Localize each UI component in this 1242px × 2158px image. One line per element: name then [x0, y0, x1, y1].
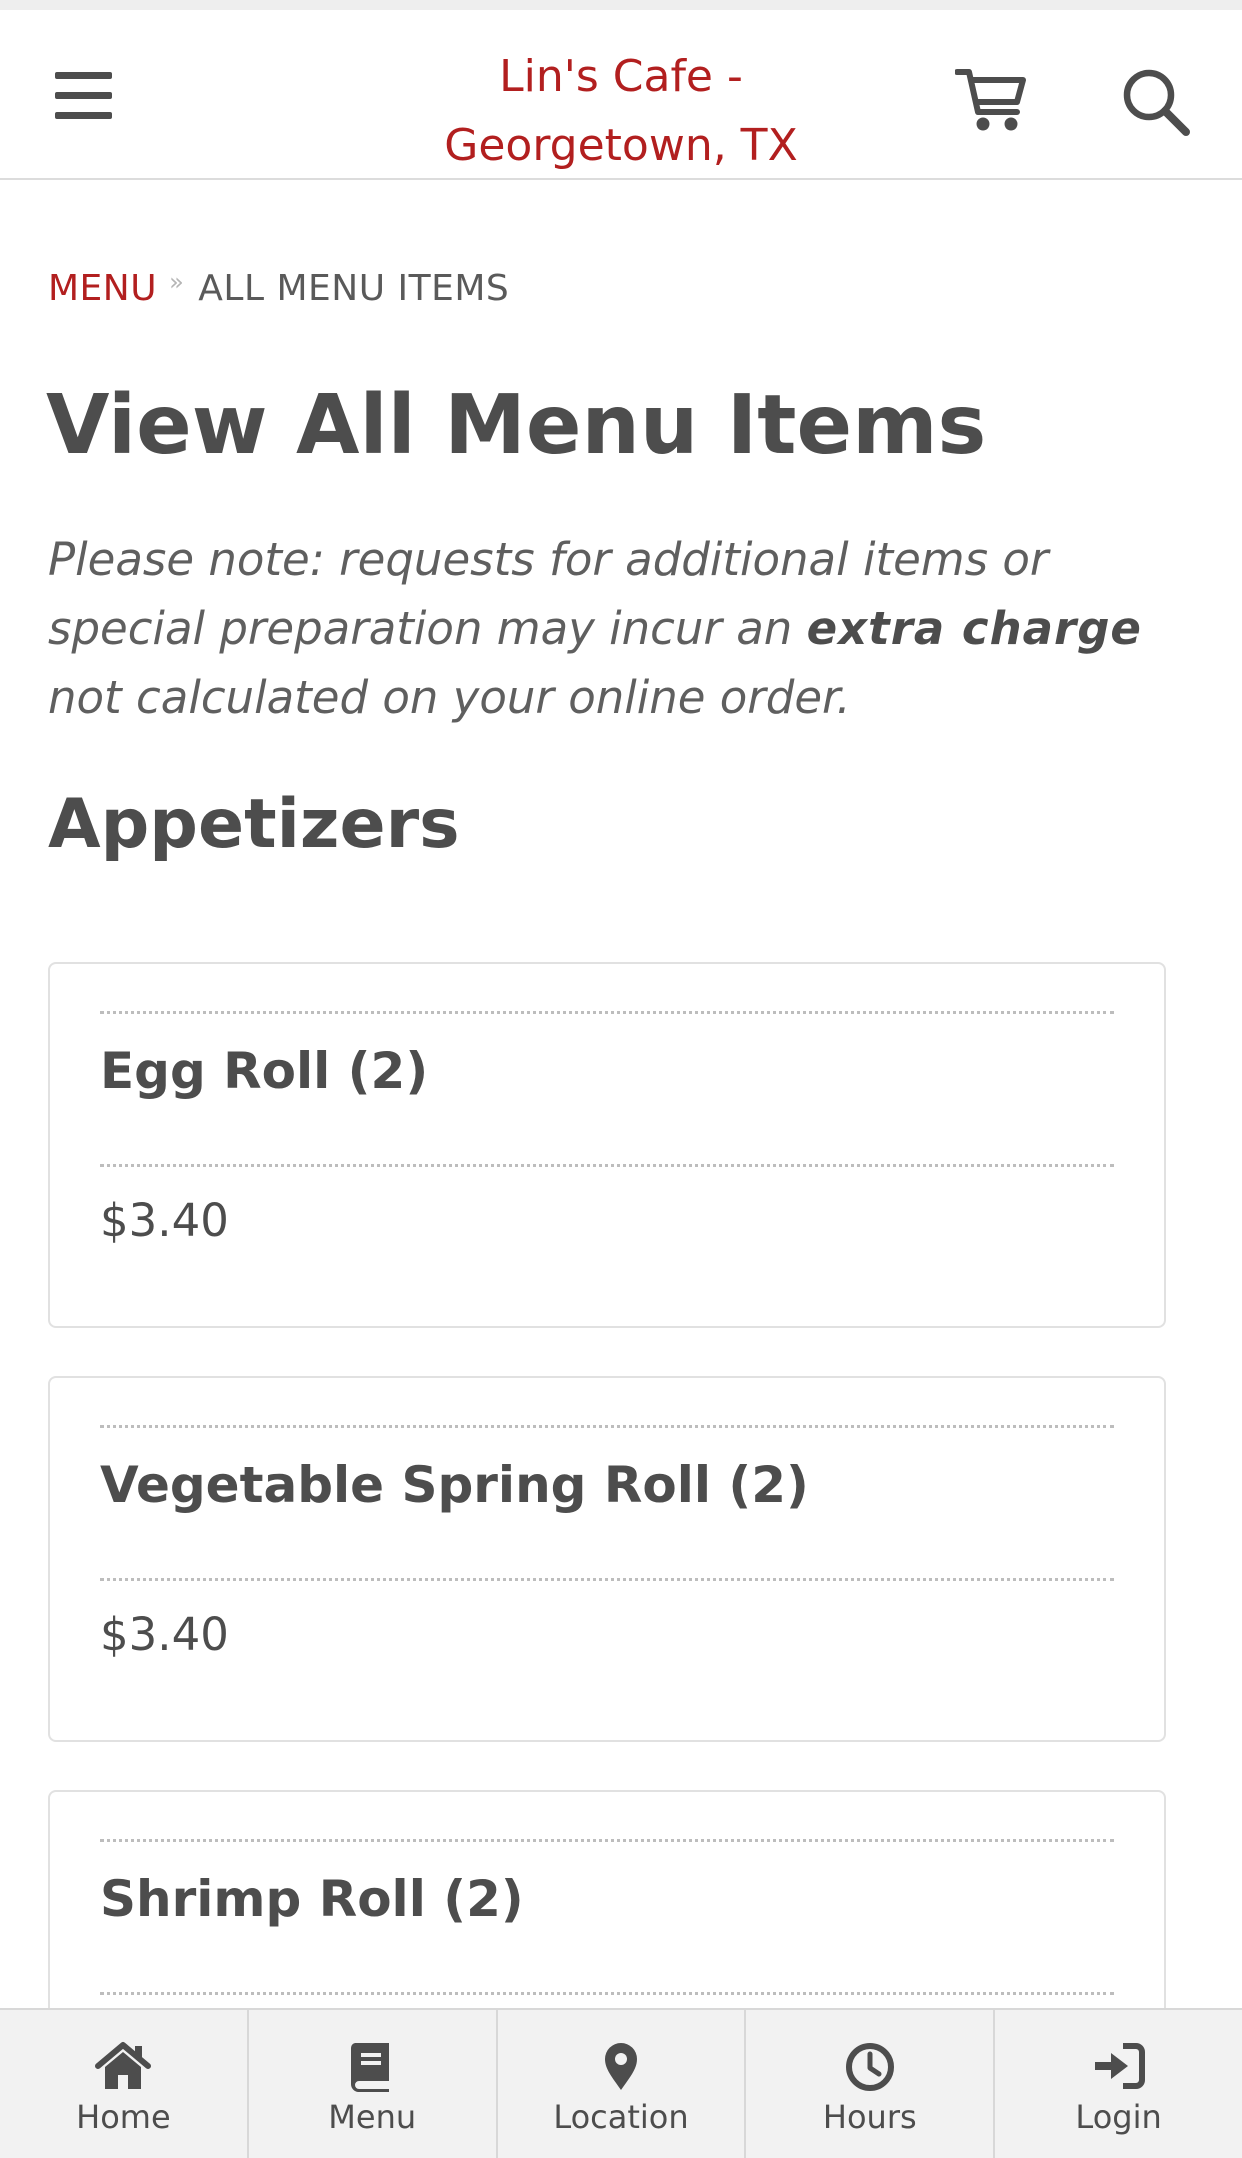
breadcrumb-menu-link[interactable]: MENU	[48, 268, 157, 309]
cart-icon[interactable]	[955, 66, 1027, 134]
divider	[100, 1011, 1114, 1014]
hamburger-bar	[55, 72, 112, 79]
menu-item-name: Vegetable Spring Roll (2)	[100, 1456, 809, 1514]
breadcrumb: MENU » ALL MENU ITEMS	[48, 268, 509, 309]
menu-item-price: $3.40	[100, 1194, 229, 1247]
divider	[100, 1578, 1114, 1581]
order-note-text-end: not calculated on your online order.	[48, 671, 851, 724]
order-note-emphasis: extra charge	[806, 602, 1142, 655]
restaurant-name-line2: Georgetown, TX	[444, 120, 798, 171]
bottom-nav: Home Menu Location Hours Login	[0, 2008, 1242, 2158]
nav-location-label: Location	[553, 2098, 689, 2136]
divider	[100, 1992, 1114, 1995]
home-icon	[95, 2042, 152, 2089]
search-icon[interactable]	[1120, 66, 1192, 138]
nav-login[interactable]: Login	[995, 2010, 1242, 2158]
clock-icon	[845, 2043, 894, 2091]
section-title: Appetizers	[48, 785, 460, 864]
nav-home[interactable]: Home	[0, 2010, 249, 2158]
menu-item-card[interactable]: Egg Roll (2) $3.40	[48, 962, 1166, 1328]
menu-item-card[interactable]: Vegetable Spring Roll (2) $3.40	[48, 1376, 1166, 1742]
nav-location[interactable]: Location	[498, 2010, 747, 2158]
nav-home-label: Home	[76, 2098, 171, 2136]
hamburger-bar	[55, 112, 112, 119]
order-note: Please note: requests for additional ite…	[48, 525, 1208, 732]
restaurant-name[interactable]: Lin's Cafe - Georgetown, TX	[380, 42, 862, 180]
menu-item-price: $3.40	[100, 1608, 229, 1661]
top-strip	[0, 0, 1242, 10]
divider	[100, 1164, 1114, 1167]
divider	[100, 1839, 1114, 1842]
breadcrumb-separator-icon: »	[169, 268, 185, 296]
book-icon	[351, 2043, 390, 2092]
breadcrumb-current: ALL MENU ITEMS	[198, 268, 510, 309]
divider	[100, 1425, 1114, 1428]
sign-in-icon	[1094, 2043, 1145, 2089]
site-header: Lin's Cafe - Georgetown, TX	[0, 10, 1242, 180]
menu-item-name: Shrimp Roll (2)	[100, 1870, 524, 1928]
page-title: View All Menu Items	[46, 378, 987, 473]
menu-item-name: Egg Roll (2)	[100, 1042, 429, 1100]
nav-menu[interactable]: Menu	[249, 2010, 498, 2158]
nav-menu-label: Menu	[328, 2098, 417, 2136]
nav-hours-label: Hours	[822, 2098, 917, 2136]
hamburger-bar	[55, 92, 112, 99]
hamburger-icon[interactable]	[55, 70, 112, 120]
nav-login-label: Login	[1075, 2098, 1162, 2136]
nav-hours[interactable]: Hours	[746, 2010, 996, 2158]
restaurant-name-line1: Lin's Cafe -	[499, 51, 743, 102]
map-pin-icon	[604, 2043, 637, 2090]
